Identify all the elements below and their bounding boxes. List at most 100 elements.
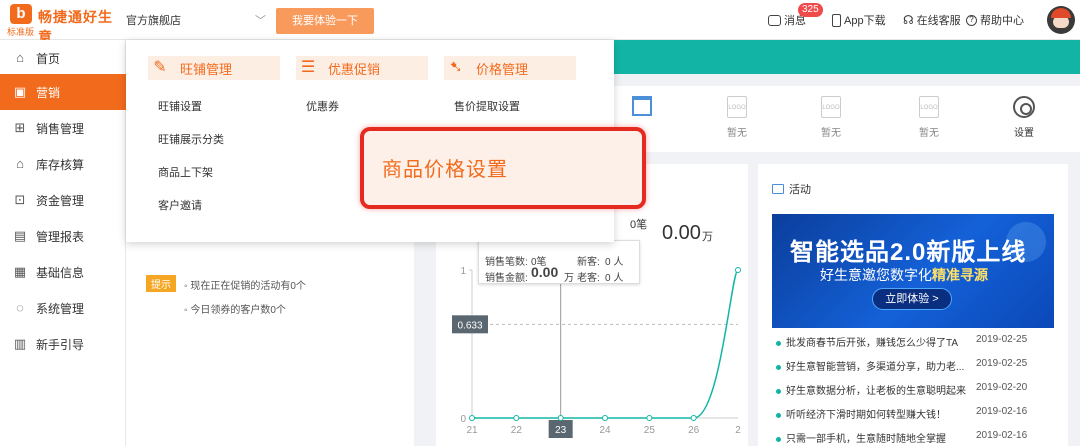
sidebar-item-guide[interactable]: ▥ 新手引导 [0, 326, 126, 362]
activity-title: 活动 [772, 181, 811, 197]
avatar[interactable] [1047, 6, 1075, 34]
sidebar-item-system[interactable]: ◌ 系统管理 [0, 290, 126, 326]
y-tick-label: 1 [460, 266, 466, 277]
tip-badge: 提示 [146, 275, 176, 292]
quick-actions-panel: LOGO 暂无 LOGO 暂无 LOGO 暂无 设置 [614, 86, 1080, 152]
tooltip-new-customers-label: 新客: [577, 257, 600, 268]
warehouse-icon: ⌂ [16, 156, 24, 171]
logo-icon: b [10, 4, 32, 24]
tooltip-sales-count-label: 销售笔数: [485, 257, 528, 268]
menu-item-shop-settings[interactable]: 旺铺设置 [158, 98, 202, 114]
news-title: 听听经济下滑时期如何转型赚大钱！ [786, 410, 946, 421]
menu-item-product-listing[interactable]: 商品上下架 [158, 164, 213, 180]
sales-icon: ⊞ [14, 120, 26, 135]
menu-group-shop: ✎ 旺铺管理 [148, 56, 280, 80]
placeholder-icon: LOGO [821, 96, 841, 118]
headset-icon: ☊ [903, 13, 914, 27]
wallet-icon: ⊡ [14, 192, 26, 207]
y-tick-label: 0 [460, 414, 466, 425]
x-tick-label: 24 [599, 425, 611, 436]
news-item[interactable]: 批发商春节后开张，赚钱怎么少得了TA 2019-02-25 [776, 334, 1066, 349]
tooltip-old-customers-label: 老客: [577, 273, 600, 284]
menu-item-price-extraction[interactable]: 售价提取设置 [454, 98, 520, 114]
help-center-label: 帮助中心 [980, 15, 1024, 27]
news-item[interactable]: 只需一部手机，生意随时随地全掌握 2019-02-16 [776, 430, 1066, 445]
news-title: 好生意智能营销，多渠道分享，助力老... [786, 362, 965, 373]
teal-banner [614, 40, 1080, 74]
data-point [690, 415, 697, 421]
sidebar-item-funds[interactable]: ⊡ 资金管理 [0, 182, 126, 218]
menu-item-coupons[interactable]: 优惠券 [306, 98, 339, 114]
home-icon: ⌂ [16, 50, 24, 65]
bullet-icon [776, 412, 781, 418]
app-download-label: App下载 [844, 15, 886, 27]
menu-item-shop-categories[interactable]: 旺铺展示分类 [158, 131, 224, 147]
sidebar-item-reports[interactable]: ▤ 管理报表 [0, 218, 126, 254]
sidebar-item-label: 销售管理 [36, 121, 85, 136]
menu-group-title: 价格管理 [476, 61, 529, 77]
banner-headline: 智能选品2.0新版上线 [790, 239, 1027, 266]
news-item[interactable]: 听听经济下滑时期如何转型赚大钱！ 2019-02-16 [776, 406, 1066, 421]
sidebar-item-inventory[interactable]: ⌂ 库存核算 [0, 146, 126, 182]
menu-group-price: ➷ 价格管理 [444, 56, 576, 80]
help-center-link[interactable]: ? 帮助中心 [966, 0, 1024, 40]
placeholder-icon: LOGO [919, 96, 939, 118]
quick-item[interactable]: LOGO 暂无 [904, 96, 954, 139]
tooltip-sales-amount-label: 销售金额: [485, 273, 528, 284]
top-header: b 标准版 畅捷通好生意 官方旗舰店 ﹀ 我要体验一下 消息 325 App下载… [0, 0, 1080, 45]
messages-badge: 325 [798, 3, 823, 17]
x-tick-label: 23 [555, 425, 567, 436]
tooltip-old-customers: 0 人 [605, 273, 624, 284]
tooltip-sales-amount-unit: 万 [564, 273, 574, 284]
brand-logo[interactable]: b 标准版 畅捷通好生意 [4, 2, 124, 45]
news-item[interactable]: 好生意智能营销，多渠道分享，助力老... 2019-02-25 [776, 358, 1066, 373]
trial-button[interactable]: 我要体验一下 [276, 8, 374, 34]
count-stat: 0笔 [630, 219, 648, 231]
store-select[interactable]: 官方旗舰店 ﹀ [124, 9, 272, 33]
sidebar-item-sales[interactable]: ⊞ 销售管理 [0, 110, 126, 146]
report-icon: ▤ [13, 228, 27, 243]
quick-item-label: 暂无 [727, 128, 747, 139]
news-date: 2019-02-25 [976, 334, 1028, 345]
sidebar-item-marketing[interactable]: ▣ 营销 [0, 74, 126, 110]
crosshair-y-label: 0.633 [457, 320, 482, 331]
quick-item-settings[interactable]: 设置 [999, 96, 1049, 139]
sidebar-item-basic-info[interactable]: ▦ 基础信息 [0, 254, 126, 290]
quick-item[interactable]: LOGO 暂无 [806, 96, 856, 139]
quick-item-label: 设置 [1014, 128, 1034, 139]
online-service-label: 在线客服 [916, 15, 961, 27]
guide-icon: ▥ [13, 336, 27, 351]
sidebar-item-label: 营销 [36, 85, 61, 100]
bullet-icon [776, 436, 781, 442]
price-setting-callout: 商品价格设置 [360, 127, 646, 209]
bullet-icon [776, 340, 781, 346]
sidebar-item-label: 新手引导 [36, 337, 85, 352]
sidebar-item-label: 系统管理 [36, 301, 85, 316]
news-date: 2019-02-20 [976, 382, 1028, 393]
quick-item-label: 暂无 [919, 128, 939, 139]
amount-stat: 0.00 [662, 222, 701, 244]
store-select-value: 官方旗舰店 [126, 15, 181, 27]
menu-group-title: 优惠促销 [328, 61, 381, 77]
news-title: 好生意数据分析，让老板的生意聪明起来 [786, 386, 966, 397]
chevron-down-icon: ﹀ [255, 15, 266, 27]
edition-label: 标准版 [7, 27, 35, 37]
news-item[interactable]: 好生意数据分析，让老板的生意聪明起来 2019-02-20 [776, 382, 1066, 397]
news-date: 2019-02-16 [976, 406, 1028, 417]
data-point [557, 415, 564, 421]
tip-line: ◦ 现在正在促销的活动有0个 [184, 281, 306, 292]
banner-sub-highlight: 精准寻源 [932, 267, 988, 283]
gift-icon: ▣ [13, 84, 27, 99]
activity-banner[interactable]: 智能选品2.0新版上线 好生意邀您数字化精准寻源 立即体验 > [772, 214, 1054, 328]
tip-line: ◦ 今日领券的客户数0个 [184, 305, 286, 316]
sidebar-item-home[interactable]: ⌂ 首页 [0, 40, 126, 76]
app-download-link[interactable]: App下载 [832, 0, 886, 40]
online-service-link[interactable]: ☊ 在线客服 [903, 0, 961, 40]
tip-line-text: 今日领券的客户数0个 [190, 305, 286, 316]
quick-item-label: 暂无 [821, 128, 841, 139]
menu-item-customer-invite[interactable]: 客户邀请 [158, 197, 202, 213]
gear-icon [1013, 96, 1035, 118]
banner-try-button[interactable]: 立即体验 > [872, 288, 952, 310]
quick-item[interactable]: LOGO 暂无 [712, 96, 762, 139]
tip-line-text: 现在正在促销的活动有0个 [190, 281, 306, 292]
